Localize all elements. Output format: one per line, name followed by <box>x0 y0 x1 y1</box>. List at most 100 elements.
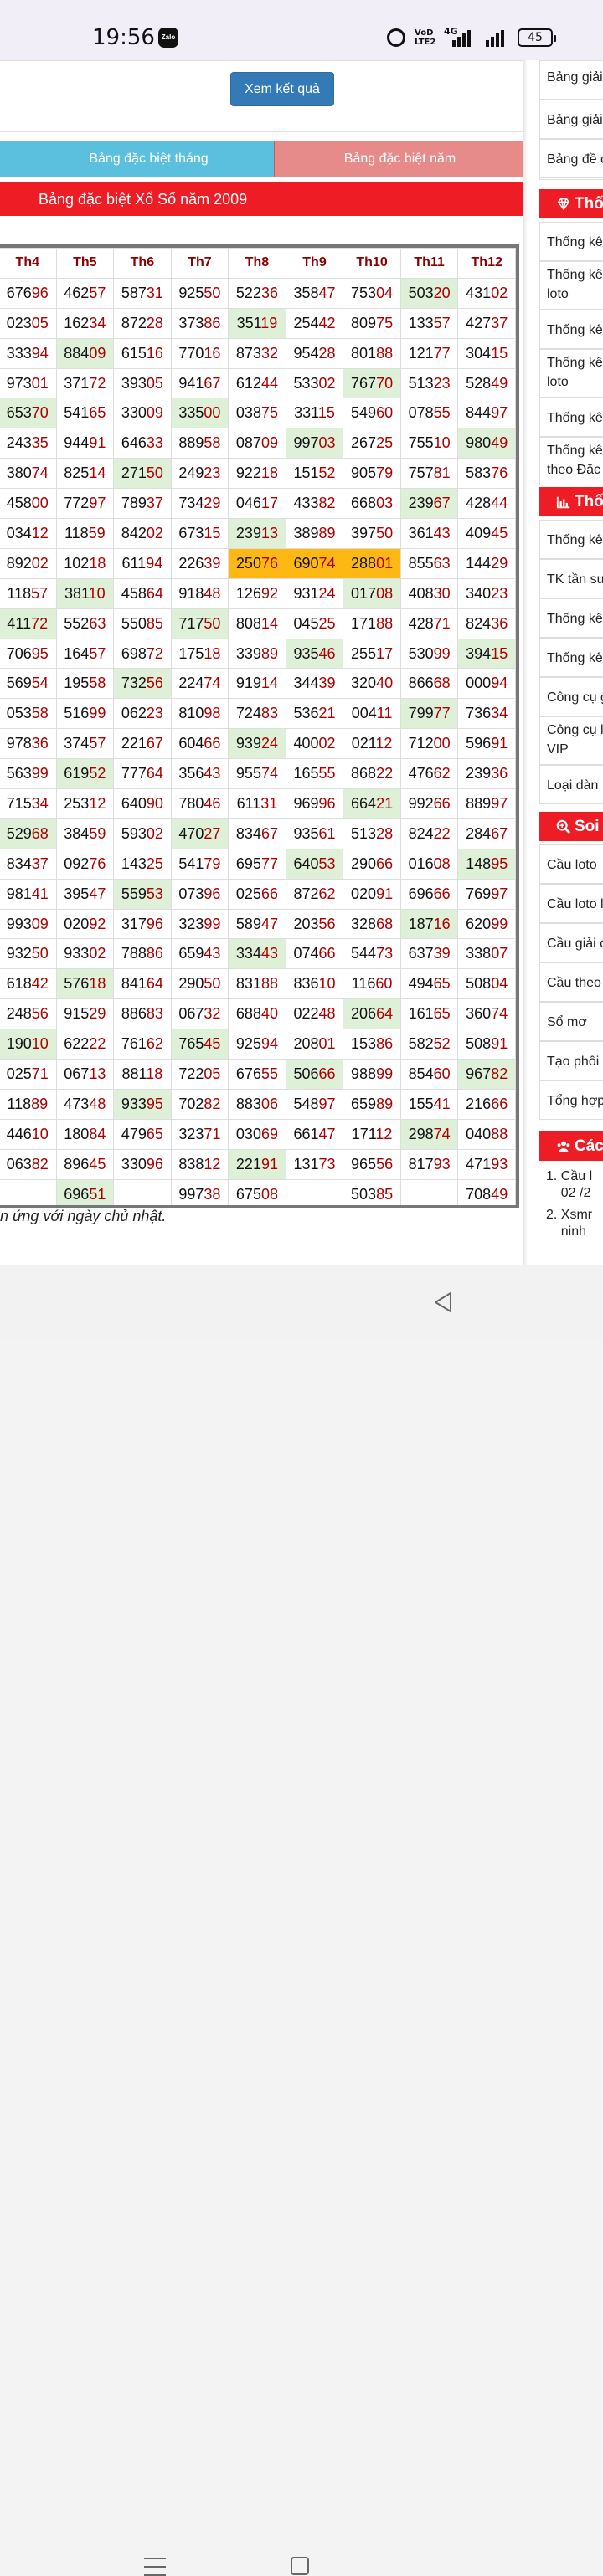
back-icon[interactable] <box>432 1291 454 1314</box>
tab-partial[interactable] <box>0 141 23 177</box>
result-cell: 36074 <box>457 998 516 1030</box>
sidebar-item[interactable]: Thống kê theo Đặc <box>539 437 603 485</box>
table-header-row: Th4 Th5 Th6 Th7 Th8 Th9 Th10 Th11 Th12 <box>0 248 516 279</box>
sidebar-list-item-1[interactable]: 1. Cầu l 02 /2 <box>546 1168 592 1202</box>
sidebar-item-bang-de[interactable]: Bảng đề c <box>539 139 603 178</box>
sidebar-item[interactable]: Thống kê <box>539 638 603 677</box>
result-cell: 07396 <box>170 878 229 910</box>
result-cell: 20356 <box>285 908 344 940</box>
sidebar-item[interactable]: Công cụ g <box>539 677 603 716</box>
sidebar-head-thong-ke-2: Thố <box>539 487 603 516</box>
result-cell: 67315 <box>170 518 229 549</box>
result-cell: 67655 <box>228 1059 286 1090</box>
result-cell: 91529 <box>55 998 115 1030</box>
result-cell <box>0 1178 57 1205</box>
result-cell <box>399 1178 459 1205</box>
result-cell: 47348 <box>55 1088 115 1120</box>
sidebar-item[interactable]: Thống kê <box>539 520 603 559</box>
sidebar-item[interactable]: Cầu loto <box>539 844 603 884</box>
status-bar: 19:56 Zalo VoD LTE2 4G 45 <box>0 0 603 60</box>
result-cell: 88118 <box>113 1059 172 1090</box>
sidebar-item[interactable]: Cầu giải c <box>539 923 603 962</box>
result-cell: 80975 <box>343 307 401 339</box>
table-row: 71534 25312 64090 78046 61131 96996 66421 99266… <box>0 788 516 819</box>
result-cell: 79977 <box>399 698 459 730</box>
result-cell: 44610 <box>0 1118 57 1150</box>
result-cell: 69577 <box>228 848 286 880</box>
result-cell: 53302 <box>285 367 344 399</box>
column-header: Th11 <box>399 248 459 279</box>
result-cell: 42871 <box>399 608 459 639</box>
sidebar-item[interactable]: Loại dàn <box>539 765 603 804</box>
sidebar-item[interactable]: Cầu theo <box>539 962 603 1002</box>
sidebar-item[interactable]: TK tần su <box>539 559 603 598</box>
table-row: 44610 18084 47965 32371 03069 66147 17112 29874… <box>0 1118 516 1150</box>
tab-year[interactable]: Bảng đặc biệt năm <box>274 141 525 177</box>
diamond-icon <box>557 198 570 211</box>
result-cell: 33096 <box>113 1148 172 1180</box>
result-cell: 83437 <box>0 848 57 880</box>
sidebar-item[interactable]: Thống kê loto <box>539 349 603 398</box>
sidebar-item[interactable]: Thống kê <box>539 310 603 349</box>
result-cell: 77297 <box>55 488 115 520</box>
result-cell: 13357 <box>399 307 459 339</box>
result-cell: 15152 <box>285 458 344 490</box>
result-cell: 53099 <box>399 638 459 670</box>
result-cell: 37172 <box>55 367 115 399</box>
result-cell: 06732 <box>170 998 229 1030</box>
result-form: Xem kết quả <box>0 60 524 132</box>
result-cell: 93395 <box>113 1088 172 1120</box>
result-cell: 72205 <box>170 1059 229 1090</box>
sidebar-item[interactable]: Công cụ l VIP <box>539 716 603 765</box>
result-cell: 96782 <box>457 1059 516 1090</box>
result-cell: 50385 <box>343 1178 401 1205</box>
result-cell: 43382 <box>285 488 344 520</box>
sidebar-item[interactable]: Tạo phôi <box>539 1041 603 1080</box>
result-cell: 04088 <box>457 1118 516 1150</box>
result-cell: 22167 <box>113 728 172 760</box>
result-cell: 17188 <box>343 608 401 639</box>
view-results-button[interactable]: Xem kết quả <box>230 72 334 106</box>
result-cell: 61842 <box>0 968 57 1000</box>
result-cell: 21666 <box>457 1088 516 1120</box>
result-cell: 42844 <box>457 488 516 520</box>
result-cell: 58947 <box>228 908 286 940</box>
result-cell: 17112 <box>343 1118 401 1150</box>
result-cell: 73634 <box>457 698 516 730</box>
result-cell: 12692 <box>228 577 286 609</box>
tab-bar: Bảng đặc biệt tháng Bảng đặc biệt năm <box>0 141 525 177</box>
sidebar-item[interactable]: Sổ mơ <box>539 1002 603 1041</box>
result-cell: 60466 <box>170 728 229 760</box>
sidebar-item[interactable]: Tổng hợp <box>539 1080 603 1120</box>
result-cell: 33443 <box>228 938 286 970</box>
sidebar-item[interactable]: Thống kê <box>539 222 603 261</box>
result-cell: 93546 <box>285 638 344 670</box>
result-cell: 71200 <box>399 728 459 760</box>
sidebar-item[interactable]: Thống kê loto <box>539 261 603 310</box>
result-cell: 11859 <box>55 518 115 549</box>
sidebar-item[interactable]: Thống kê <box>539 598 603 638</box>
result-cell: 65370 <box>0 398 57 429</box>
result-cell: 26725 <box>343 428 401 459</box>
sidebar-item-bang-giai-1[interactable]: Bảng giải <box>539 60 603 100</box>
sidebar-item-bang-giai-2[interactable]: Bảng giải <box>539 100 603 139</box>
sidebar-list-item-2[interactable]: 2. Xsmr ninh <box>546 1207 592 1240</box>
home-icon[interactable] <box>291 2557 309 2575</box>
result-cell: 46257 <box>55 277 115 309</box>
result-cell: 55263 <box>55 608 115 639</box>
result-cell: 77016 <box>170 337 229 369</box>
result-cell: 45864 <box>113 577 172 609</box>
result-cell: 37386 <box>170 307 229 339</box>
tab-month[interactable]: Bảng đặc biệt tháng <box>23 141 274 177</box>
result-cell: 06713 <box>55 1059 115 1090</box>
sidebar-item[interactable]: Cầu loto l <box>539 884 603 923</box>
result-cell: 75510 <box>399 428 459 459</box>
result-cell: 61516 <box>113 337 172 369</box>
table-row: 89202 10218 61194 22639 25076 69074 28801 85563… <box>0 547 516 579</box>
menu-icon[interactable] <box>144 2558 166 2576</box>
sidebar-item[interactable]: Thống kê <box>539 398 603 437</box>
result-cell: 02248 <box>285 998 344 1030</box>
result-cell: 97301 <box>0 367 57 399</box>
result-cell: 33009 <box>113 398 172 429</box>
table-row: 52968 38459 59302 47027 83467 93561 51328 82422… <box>0 818 516 849</box>
